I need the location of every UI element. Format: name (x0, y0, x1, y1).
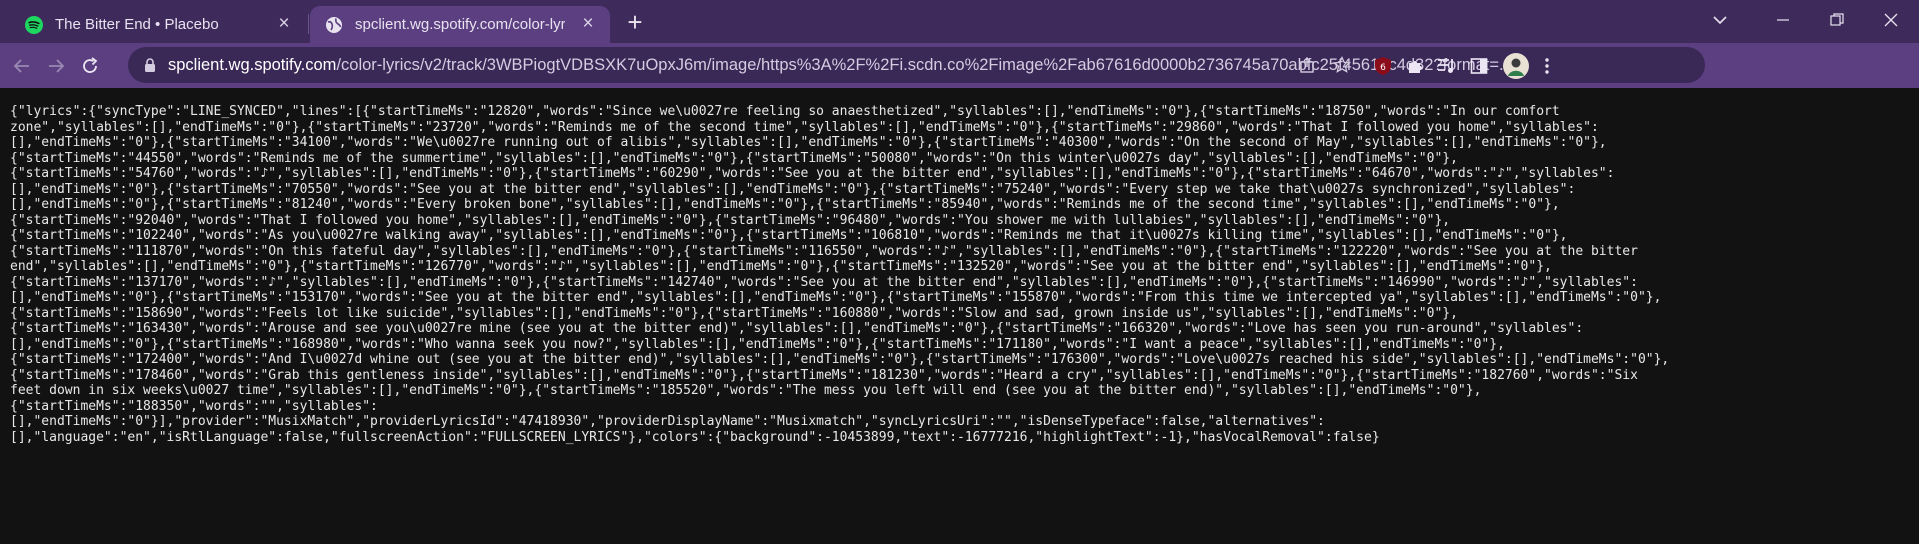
json-line: {"startTimeMs":"163430","words":"Arouse … (10, 321, 1584, 336)
tab-separator (308, 14, 309, 34)
json-line: [],"endTimeMs":"0"},{"startTimeMs":"8124… (10, 197, 1560, 212)
tab-title: spclient.wg.spotify.com/color-lyr (355, 16, 565, 33)
reload-button[interactable] (74, 50, 106, 82)
json-line: [],"endTimeMs":"0"},{"startTimeMs":"1531… (10, 290, 1662, 305)
json-line: {"startTimeMs":"137170","words":"♪","syl… (10, 274, 1638, 290)
json-line: {"startTimeMs":"54760","words":"♪","syll… (10, 166, 1615, 181)
more-vert-icon (1545, 58, 1549, 74)
bookmark-button[interactable] (1332, 55, 1352, 75)
ublock-extension[interactable]: 6 (1372, 55, 1394, 77)
tab-spotify[interactable]: The Bitter End • Placebo × (10, 6, 306, 43)
close-window-button[interactable] (1864, 0, 1918, 40)
json-line: zone","syllables":[],"endTimeMs":"0"},{"… (10, 119, 1599, 135)
reload-icon (83, 57, 98, 73)
new-tab-button[interactable]: + (620, 8, 650, 38)
tab-strip: The Bitter End • Placebo × spclient.wg.s… (0, 0, 1919, 43)
json-line: {"startTimeMs":"188350","words":"","syll… (10, 398, 378, 414)
url-host: spclient.wg.spotify.com (168, 55, 337, 74)
json-line: {"startTimeMs":"172400","words":"And I\u… (10, 352, 1670, 367)
share-button[interactable] (1298, 55, 1318, 75)
puzzle-icon (1409, 61, 1422, 73)
minimize-button[interactable] (1756, 0, 1810, 40)
side-panel-button[interactable] (1468, 55, 1490, 77)
json-line: {"startTimeMs":"92040","words":"That I f… (10, 212, 1451, 228)
page-content: {"lyrics":{"syncType":"LINE_SYNCED","lin… (0, 88, 1919, 544)
media-control-button[interactable] (1436, 55, 1458, 77)
minimize-icon (1777, 19, 1789, 21)
side-panel-icon (1470, 58, 1488, 74)
globe-icon (325, 16, 343, 34)
playlist-icon (1438, 59, 1453, 73)
json-line: {"startTimeMs":"102240","words":"As you\… (10, 228, 1568, 243)
json-line: {"lyrics":{"syncType":"LINE_SYNCED","lin… (10, 104, 1560, 119)
toolbar: spclient.wg.spotify.com/color-lyrics/v2/… (0, 43, 1919, 88)
json-line: [],"endTimeMs":"0"}],"provider":"MusixMa… (10, 414, 1325, 429)
json-line: {"startTimeMs":"178460","words":"Grab th… (10, 367, 1638, 383)
profile-avatar[interactable] (1502, 52, 1530, 80)
tab-spclient[interactable]: spclient.wg.spotify.com/color-lyr × (310, 6, 610, 43)
arrow-right-icon (49, 59, 65, 73)
shield-icon: 6 (1375, 57, 1391, 75)
restore-button[interactable] (1810, 0, 1864, 40)
chevron-down-icon (1713, 16, 1727, 25)
json-line: end","syllables":[],"endTimeMs":"0"},{"s… (10, 259, 1552, 274)
svg-text:6: 6 (1380, 63, 1386, 73)
close-tab-icon[interactable]: × (274, 14, 294, 34)
lock-icon[interactable] (142, 57, 158, 73)
json-line: [],"endTimeMs":"0"},{"startTimeMs":"3410… (10, 135, 1607, 150)
close-icon (1884, 13, 1898, 27)
back-button[interactable] (6, 50, 38, 82)
json-response: {"lyrics":{"syncType":"LINE_SYNCED","lin… (10, 104, 1910, 445)
json-line: {"startTimeMs":"111870","words":"On this… (10, 243, 1638, 259)
spotify-icon (25, 15, 43, 34)
arrow-left-icon (13, 59, 29, 73)
json-line: [],"language":"en","isRtlLanguage":false… (10, 429, 1380, 445)
browser-menu-button[interactable] (1536, 55, 1558, 77)
restore-icon (1830, 13, 1844, 26)
url-text[interactable]: spclient.wg.spotify.com/color-lyrics/v2/… (168, 56, 1528, 75)
close-tab-icon[interactable]: × (578, 14, 598, 34)
tab-title: The Bitter End • Placebo (55, 16, 219, 33)
avatar-icon (1503, 53, 1529, 79)
json-line: {"startTimeMs":"158690","words":"Feels l… (10, 305, 1458, 321)
json-line: {"startTimeMs":"44550","words":"Reminds … (10, 150, 1458, 166)
json-line: [],"endTimeMs":"0"},{"startTimeMs":"1689… (10, 336, 1505, 352)
share-icon (1300, 57, 1314, 73)
json-line: feet down in six weeks\u0027 time","syll… (10, 383, 1482, 398)
json-line: [],"endTimeMs":"0"},{"startTimeMs":"7055… (10, 181, 1576, 197)
tab-search-button[interactable] (1693, 0, 1747, 40)
extensions-button[interactable] (1405, 55, 1427, 77)
forward-button[interactable] (40, 50, 72, 82)
star-icon (1333, 56, 1351, 73)
